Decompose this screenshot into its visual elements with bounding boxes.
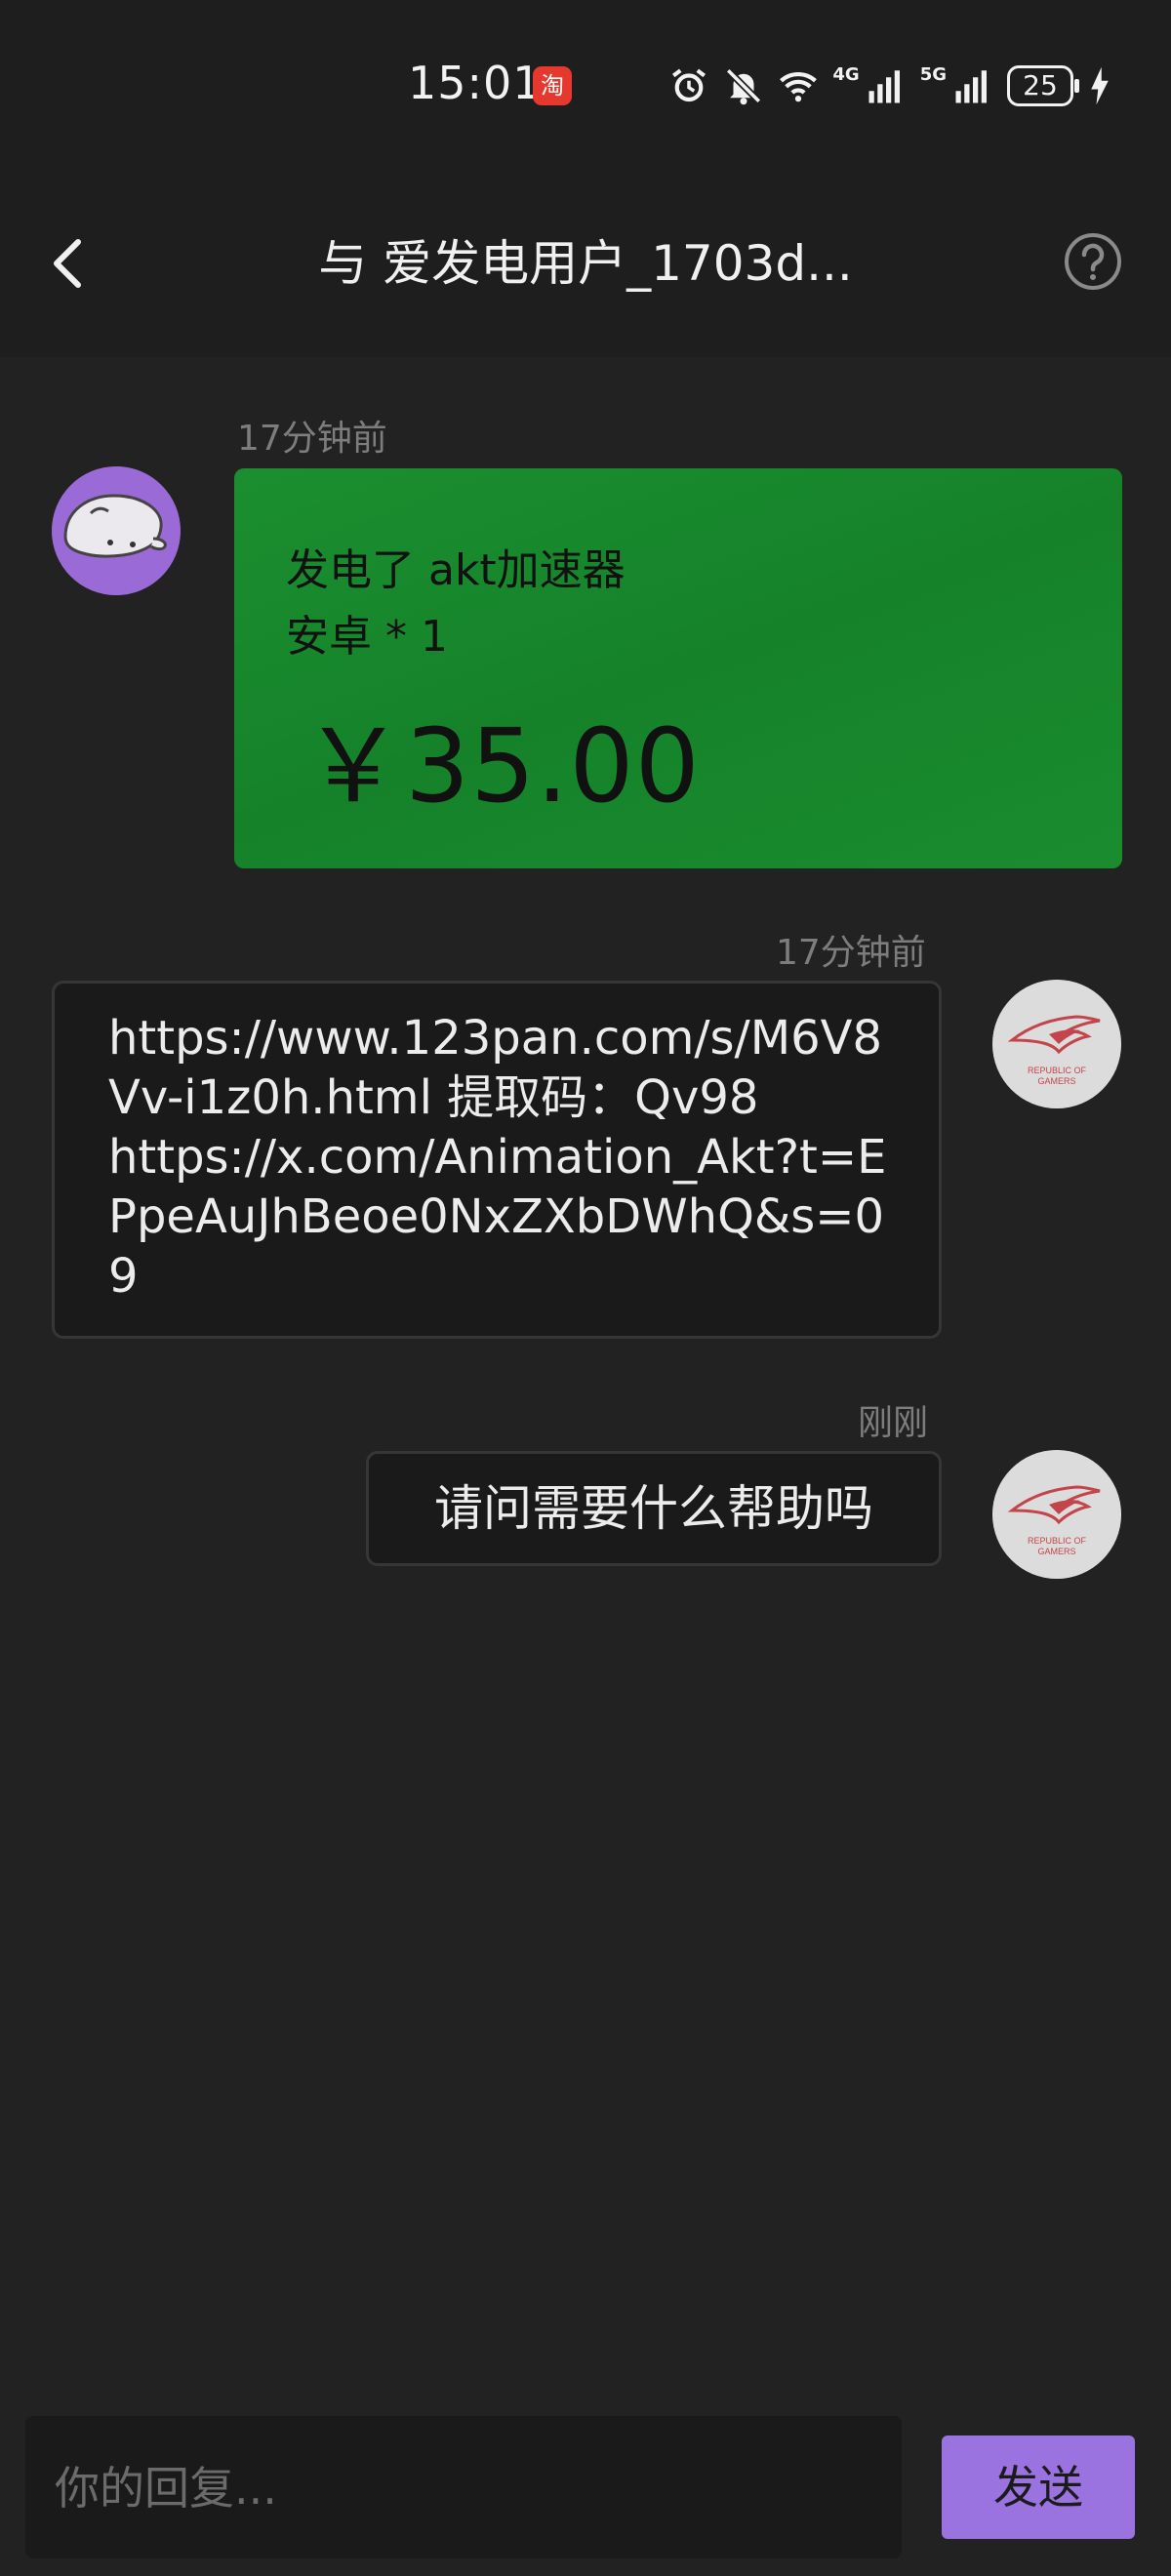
- message-bubble[interactable]: 请问需要什么帮助吗: [366, 1451, 942, 1566]
- avatar[interactable]: [52, 466, 181, 595]
- network-4g-label: 4G: [832, 63, 860, 85]
- message-text[interactable]: https://www.123pan.com/s/M6V8Vv-i1z0h.ht…: [108, 1009, 889, 1307]
- rog-logo-icon: REPUBLIC OF GAMERS: [992, 1450, 1121, 1579]
- avatar[interactable]: REPUBLIC OF GAMERS: [992, 1450, 1121, 1579]
- cartoon-creature-avatar-icon: [52, 466, 181, 595]
- avatar[interactable]: REPUBLIC OF GAMERS: [992, 980, 1121, 1108]
- taobao-notification-icon: 淘: [533, 66, 572, 105]
- battery-indicator: 25: [1007, 65, 1079, 106]
- signal-icon: [955, 70, 987, 103]
- chat-title: 与 爱发电用户_1703d...: [318, 235, 853, 292]
- order-item-quantity: 安卓 * 1: [286, 612, 448, 662]
- message-bubble[interactable]: https://www.123pan.com/s/M6V8Vv-i1z0h.ht…: [52, 981, 942, 1339]
- reply-input[interactable]: [53, 2416, 876, 2560]
- network-5g-label: 5G: [919, 63, 947, 85]
- chat-header: 与 爱发电用户_1703d...: [0, 166, 1171, 357]
- message-timestamp: 刚刚: [858, 1403, 929, 1443]
- send-button[interactable]: 发送: [942, 2435, 1135, 2539]
- wifi-icon: [780, 72, 818, 102]
- charging-icon: [1091, 66, 1109, 105]
- status-time: 15:01: [408, 57, 543, 109]
- message-timestamp: 17分钟前: [776, 933, 926, 973]
- question-icon: [1065, 233, 1121, 290]
- alarm-icon: [672, 68, 707, 102]
- chevron-left-icon: [54, 239, 81, 288]
- signal-icon: [868, 70, 900, 103]
- back-button[interactable]: [39, 224, 98, 302]
- mute-bell-icon: [726, 67, 762, 105]
- svg-text:GAMERS: GAMERS: [1037, 1547, 1075, 1556]
- message-timestamp: 17分钟前: [237, 419, 387, 459]
- order-item-name: 发电了 akt加速器: [286, 545, 626, 595]
- message-text[interactable]: 请问需要什么帮助吗: [369, 1454, 939, 1563]
- svg-text:REPUBLIC OF: REPUBLIC OF: [1028, 1066, 1087, 1075]
- status-icons: 4G 5G 25: [668, 57, 1112, 115]
- status-bar: 15:01 淘 4G 5G 25: [0, 0, 1171, 166]
- order-card[interactable]: 发电了 akt加速器 安卓 * 1 ￥35.00: [234, 468, 1122, 868]
- svg-text:REPUBLIC OF: REPUBLIC OF: [1028, 1536, 1087, 1546]
- svg-text:GAMERS: GAMERS: [1037, 1076, 1075, 1086]
- reply-input-container: [25, 2416, 902, 2560]
- rog-logo-icon: REPUBLIC OF GAMERS: [992, 980, 1121, 1108]
- help-button[interactable]: [1054, 222, 1132, 301]
- order-amount: ￥35.00: [303, 706, 701, 825]
